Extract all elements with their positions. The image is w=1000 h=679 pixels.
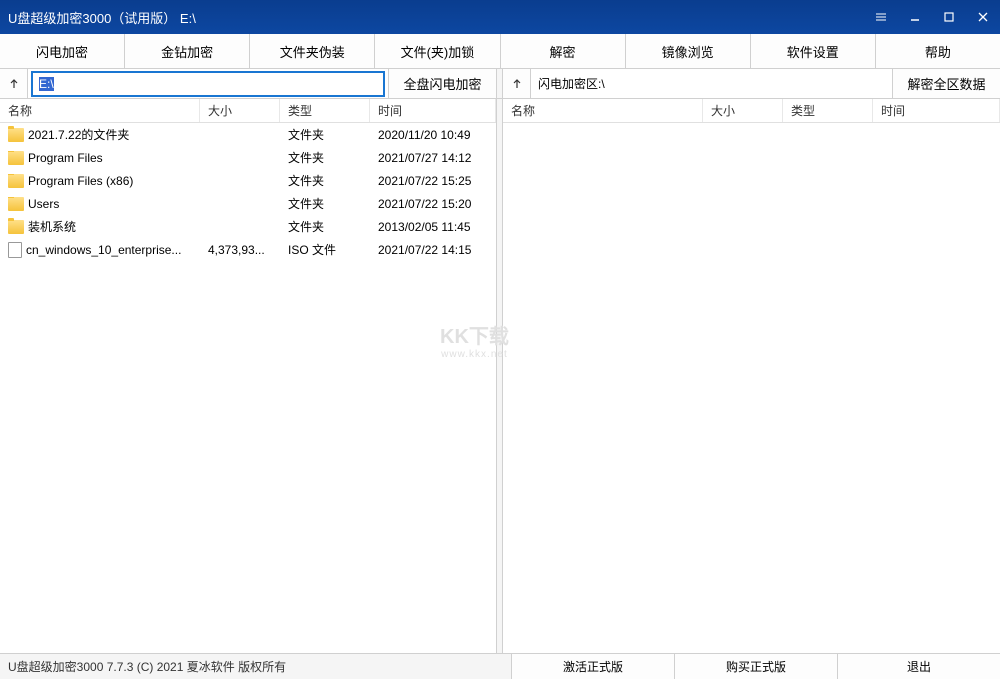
toolbar-btn-3[interactable]: 文件(夹)加锁 [375, 34, 500, 68]
status-btn-1[interactable]: 购买正式版 [674, 654, 837, 679]
right-column-headers[interactable]: 名称 大小 类型 时间 [503, 99, 1000, 123]
file-type: 文件夹 [280, 149, 370, 166]
toolbar-btn-5[interactable]: 镜像浏览 [626, 34, 751, 68]
file-type: 文件夹 [280, 126, 370, 143]
left-file-list[interactable]: 2021.7.22的文件夹文件夹2020/11/20 10:49Program … [0, 123, 496, 653]
file-time: 2013/02/05 11:45 [370, 220, 496, 234]
maximize-button[interactable] [932, 0, 966, 34]
file-row[interactable]: Users 文件夹2021/07/22 15:20 [0, 192, 496, 215]
file-icon [8, 242, 22, 258]
file-size: 4,373,93... [200, 243, 280, 257]
menu-button[interactable] [864, 0, 898, 34]
folder-icon [8, 128, 24, 142]
col-header-type[interactable]: 类型 [280, 99, 370, 122]
right-path-text[interactable]: 闪电加密区:\ [531, 69, 892, 98]
file-time: 2021/07/22 15:25 [370, 174, 496, 188]
file-type: 文件夹 [280, 172, 370, 189]
left-pane: 名称 大小 类型 时间 2021.7.22的文件夹文件夹2020/11/20 1… [0, 99, 497, 653]
file-row[interactable]: 2021.7.22的文件夹 文件夹2020/11/20 10:49 [0, 123, 496, 146]
file-name: Program Files [28, 151, 103, 165]
file-time: 2021/07/22 15:20 [370, 197, 496, 211]
window-title: U盘超级加密3000（试用版） E:\ [8, 8, 864, 27]
status-text: U盘超级加密3000 7.7.3 (C) 2021 夏冰软件 版权所有 [0, 658, 511, 675]
file-type: 文件夹 [280, 195, 370, 212]
file-time: 2021/07/22 14:15 [370, 243, 496, 257]
file-name: 装机系统 [28, 218, 76, 235]
folder-icon [8, 220, 24, 234]
col-header-size[interactable]: 大小 [703, 99, 783, 122]
file-time: 2020/11/20 10:49 [370, 128, 496, 142]
file-row[interactable]: Program Files (x86) 文件夹2021/07/22 15:25 [0, 169, 496, 192]
file-name: Program Files (x86) [28, 174, 133, 188]
decrypt-all-button[interactable]: 解密全区数据 [892, 69, 1000, 98]
file-row[interactable]: 装机系统 文件夹2013/02/05 11:45 [0, 215, 496, 238]
col-header-name[interactable]: 名称 [0, 99, 200, 122]
file-row[interactable]: Program Files 文件夹2021/07/27 14:12 [0, 146, 496, 169]
col-header-type[interactable]: 类型 [783, 99, 873, 122]
close-button[interactable] [966, 0, 1000, 34]
encrypt-all-button[interactable]: 全盘闪电加密 [388, 69, 496, 98]
col-header-time[interactable]: 时间 [370, 99, 496, 122]
file-name: cn_windows_10_enterprise... [26, 243, 181, 257]
file-row[interactable]: cn_windows_10_enterprise... 4,373,93...IS… [0, 238, 496, 261]
toolbar-btn-0[interactable]: 闪电加密 [0, 34, 125, 68]
col-header-size[interactable]: 大小 [200, 99, 280, 122]
right-file-list[interactable] [503, 123, 1000, 653]
file-type: 文件夹 [280, 218, 370, 235]
file-type: ISO 文件 [280, 241, 370, 258]
left-up-button[interactable] [0, 69, 28, 98]
col-header-time[interactable]: 时间 [873, 99, 1000, 122]
toolbar-btn-1[interactable]: 金钻加密 [125, 34, 250, 68]
file-time: 2021/07/27 14:12 [370, 151, 496, 165]
left-column-headers[interactable]: 名称 大小 类型 时间 [0, 99, 496, 123]
toolbar-btn-2[interactable]: 文件夹伪装 [250, 34, 375, 68]
folder-icon [8, 197, 24, 211]
right-up-button[interactable] [503, 69, 531, 98]
file-name: Users [28, 197, 59, 211]
left-path-input[interactable] [31, 71, 385, 97]
status-bar: U盘超级加密3000 7.7.3 (C) 2021 夏冰软件 版权所有 激活正式… [0, 653, 1000, 679]
folder-icon [8, 151, 24, 165]
folder-icon [8, 174, 24, 188]
minimize-button[interactable] [898, 0, 932, 34]
toolbar-btn-4[interactable]: 解密 [501, 34, 626, 68]
file-name: 2021.7.22的文件夹 [28, 126, 129, 143]
title-bar: U盘超级加密3000（试用版） E:\ [0, 0, 1000, 34]
status-btn-2[interactable]: 退出 [837, 654, 1000, 679]
status-btn-0[interactable]: 激活正式版 [511, 654, 674, 679]
toolbar-btn-7[interactable]: 帮助 [876, 34, 1000, 68]
right-pane: 名称 大小 类型 时间 [503, 99, 1000, 653]
col-header-name[interactable]: 名称 [503, 99, 703, 122]
main-toolbar: 闪电加密金钻加密文件夹伪装文件(夹)加锁解密镜像浏览软件设置帮助 [0, 34, 1000, 69]
toolbar-btn-6[interactable]: 软件设置 [751, 34, 876, 68]
